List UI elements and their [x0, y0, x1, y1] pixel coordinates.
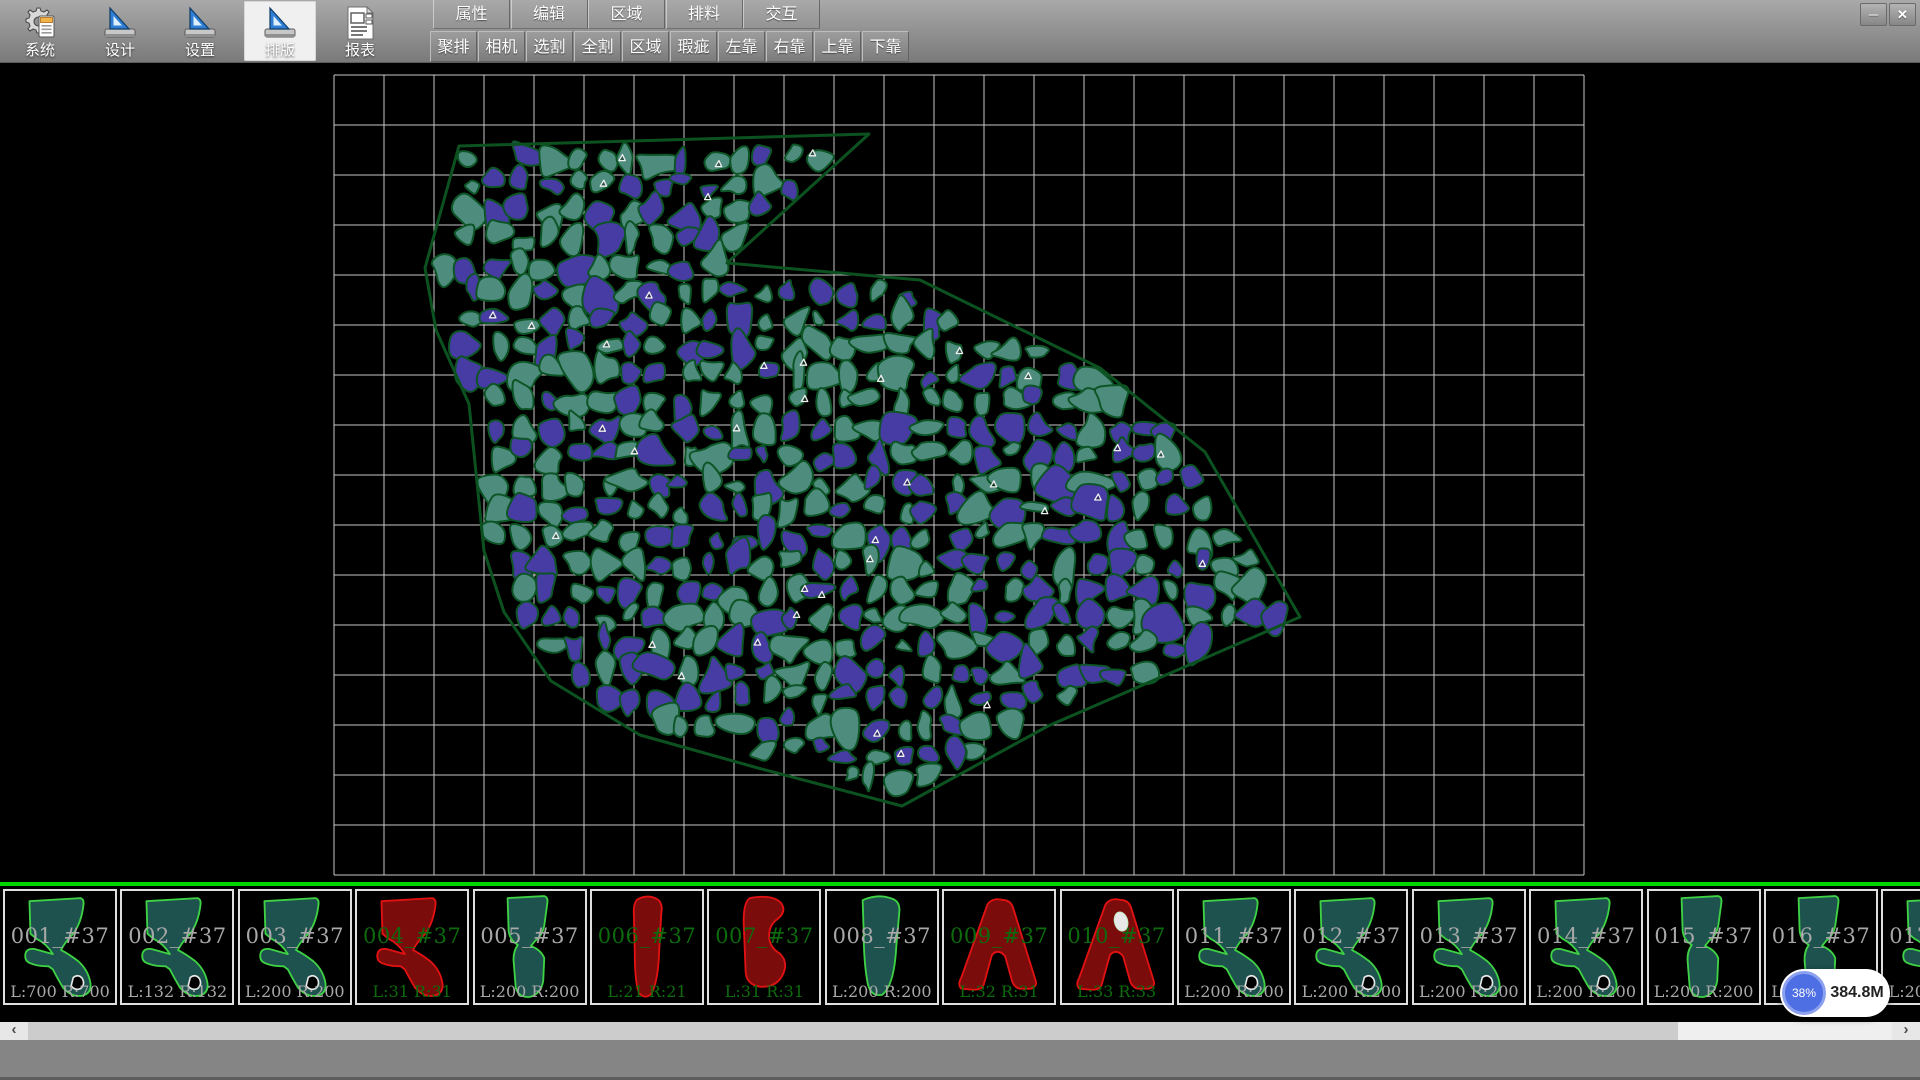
piece-thumbnail-005_#37[interactable]: 005_#37 L:200 R:200: [473, 889, 587, 1005]
main-button-ruler-1[interactable]: 设计: [84, 1, 156, 61]
ruler-icon: [101, 4, 139, 42]
piece-id-label: 013_#37: [1414, 924, 1524, 948]
scroll-right-button[interactable]: ›: [1892, 1022, 1920, 1040]
action-button-9[interactable]: 下靠: [862, 31, 909, 62]
memory-percent-label: 38%: [1792, 986, 1816, 1000]
close-button[interactable]: ✕: [1889, 3, 1916, 26]
piece-lr-label: L:32 R:31: [944, 982, 1054, 1001]
piece-thumbnail-003_#37[interactable]: 003_#37 L:200 R:200: [238, 889, 352, 1005]
nesting-drawing: [0, 63, 1920, 882]
piece-id-label: 010_#37: [1062, 924, 1172, 948]
piece-lr-label: L:700 R:700: [5, 982, 115, 1001]
piece-id-label: 014_#37: [1531, 924, 1641, 948]
piece-lr-label: L:200 R:200: [1179, 982, 1289, 1001]
piece-id-label: 016_#37: [1766, 924, 1876, 948]
piece-lr-label: L:200 R:200: [1296, 982, 1406, 1001]
action-button-2[interactable]: 选割: [526, 31, 573, 62]
piece-lr-label: L:132 R:132: [122, 982, 232, 1001]
action-button-4[interactable]: 区域: [622, 31, 669, 62]
piece-lr-label: L:31 R:31: [709, 982, 819, 1001]
piece-thumbnail-012_#37[interactable]: 012_#37 L:200 R:200: [1294, 889, 1408, 1005]
piece-id-label: 001_#37: [5, 924, 115, 948]
system-icon: [21, 4, 59, 42]
piece-lr-label: L:200 R:200: [475, 982, 585, 1001]
piece-lr-label: L:33 R:33: [1062, 982, 1172, 1001]
piece-lr-label: L:21 R:21: [592, 982, 702, 1001]
piece-lr-label: L:200 R:200: [1531, 982, 1641, 1001]
scroll-left-button[interactable]: ‹: [0, 1022, 28, 1040]
piece-id-label: 005_#37: [475, 924, 585, 948]
strip-divider: [0, 882, 1920, 886]
piece-thumbnail-004_#37[interactable]: 004_#37 L:31 R:31: [355, 889, 469, 1005]
piece-thumbnail-013_#37[interactable]: 013_#37 L:200 R:200: [1412, 889, 1526, 1005]
piece-lr-label: L:200 R:200: [827, 982, 937, 1001]
piece-thumbnail-014_#37[interactable]: 014_#37 L:200 R:200: [1529, 889, 1643, 1005]
menu-tab-4[interactable]: 交互: [743, 0, 820, 29]
report-icon: [341, 4, 379, 42]
piece-id-label: 006_#37: [592, 924, 702, 948]
ruler-icon: [181, 4, 219, 42]
main-button-ruler-2[interactable]: 设置: [164, 1, 236, 61]
memory-badge: 38% 384.8M: [1780, 969, 1890, 1017]
piece-id-label: 002_#37: [122, 924, 232, 948]
pieces-strip: 001_#37 L:700 R:700 002_#37 L:132 R:132 003_…: [0, 882, 1920, 1022]
piece-id-label: 003_#37: [240, 924, 350, 948]
application-window: 系统设计设置排版报表 属性编辑区域排料交互 聚排相机选割全割区域瑕疵左靠右靠上靠…: [0, 0, 1920, 1080]
piece-id-label: 004_#37: [357, 924, 467, 948]
main-button-label: 排版: [244, 39, 316, 60]
action-button-6[interactable]: 左靠: [718, 31, 765, 62]
action-button-5[interactable]: 瑕疵: [670, 31, 717, 62]
main-button-report-4[interactable]: 报表: [324, 1, 396, 61]
piece-id-label: 007_#37: [709, 924, 819, 948]
status-bar: [0, 1040, 1920, 1080]
memory-amount-label: 384.8M: [1830, 969, 1884, 1017]
piece-thumbnail-006_#37[interactable]: 006_#37 L:21 R:21: [590, 889, 704, 1005]
menu-tab-2[interactable]: 区域: [588, 0, 665, 29]
piece-lr-label: L:200 R:200: [240, 982, 350, 1001]
piece-thumbnail-010_#37[interactable]: 010_#37 L:33 R:33: [1060, 889, 1174, 1005]
main-button-label: 系统: [4, 39, 76, 60]
piece-lr-label: L:31 R:31: [357, 982, 467, 1001]
piece-lr-label: L:200 R:200: [1414, 982, 1524, 1001]
piece-thumbnail-009_#37[interactable]: 009_#37 L:32 R:31: [942, 889, 1056, 1005]
piece-thumbnail-001_#37[interactable]: 001_#37 L:700 R:700: [3, 889, 117, 1005]
main-button-ruler-3[interactable]: 排版: [244, 1, 316, 61]
piece-thumbnail-008_#37[interactable]: 008_#37 L:200 R:200: [825, 889, 939, 1005]
piece-lr-label: L:200 R:200: [1649, 982, 1759, 1001]
action-button-8[interactable]: 上靠: [814, 31, 861, 62]
minimize-button[interactable]: ─: [1860, 3, 1887, 26]
piece-thumbnail-011_#37[interactable]: 011_#37 L:200 R:200: [1177, 889, 1291, 1005]
toolbar: 系统设计设置排版报表 属性编辑区域排料交互 聚排相机选割全割区域瑕疵左靠右靠上靠…: [0, 0, 1920, 63]
main-button-label: 设计: [84, 39, 156, 60]
action-button-0[interactable]: 聚排: [430, 31, 477, 62]
menu-tab-0[interactable]: 属性: [433, 0, 510, 29]
action-button-1[interactable]: 相机: [478, 31, 525, 62]
menu-tab-3[interactable]: 排料: [666, 0, 743, 29]
menu-tab-1[interactable]: 编辑: [511, 0, 588, 29]
main-button-label: 报表: [324, 39, 396, 60]
piece-id-label: 011_#37: [1179, 924, 1289, 948]
piece-thumbnail-007_#37[interactable]: 007_#37 L:31 R:31: [707, 889, 821, 1005]
piece-thumbnail-015_#37[interactable]: 015_#37 L:200 R:200: [1647, 889, 1761, 1005]
scrollbar-thumb[interactable]: [28, 1022, 1678, 1040]
memory-percent-indicator: 38%: [1782, 971, 1826, 1015]
nesting-canvas[interactable]: [0, 63, 1920, 882]
horizontal-scrollbar[interactable]: ‹ ›: [0, 1022, 1920, 1040]
ruler-icon: [261, 4, 299, 42]
piece-thumbnail-002_#37[interactable]: 002_#37 L:132 R:132: [120, 889, 234, 1005]
action-button-7[interactable]: 右靠: [766, 31, 813, 62]
piece-id-label: 009_#37: [944, 924, 1054, 948]
piece-id-label: 012_#37: [1296, 924, 1406, 948]
piece-id-label: 015_#37: [1649, 924, 1759, 948]
main-button-label: 设置: [164, 39, 236, 60]
piece-id-label: 017_#37: [1883, 924, 1920, 948]
main-button-system-0[interactable]: 系统: [4, 1, 76, 61]
action-button-3[interactable]: 全割: [574, 31, 621, 62]
piece-id-label: 008_#37: [827, 924, 937, 948]
